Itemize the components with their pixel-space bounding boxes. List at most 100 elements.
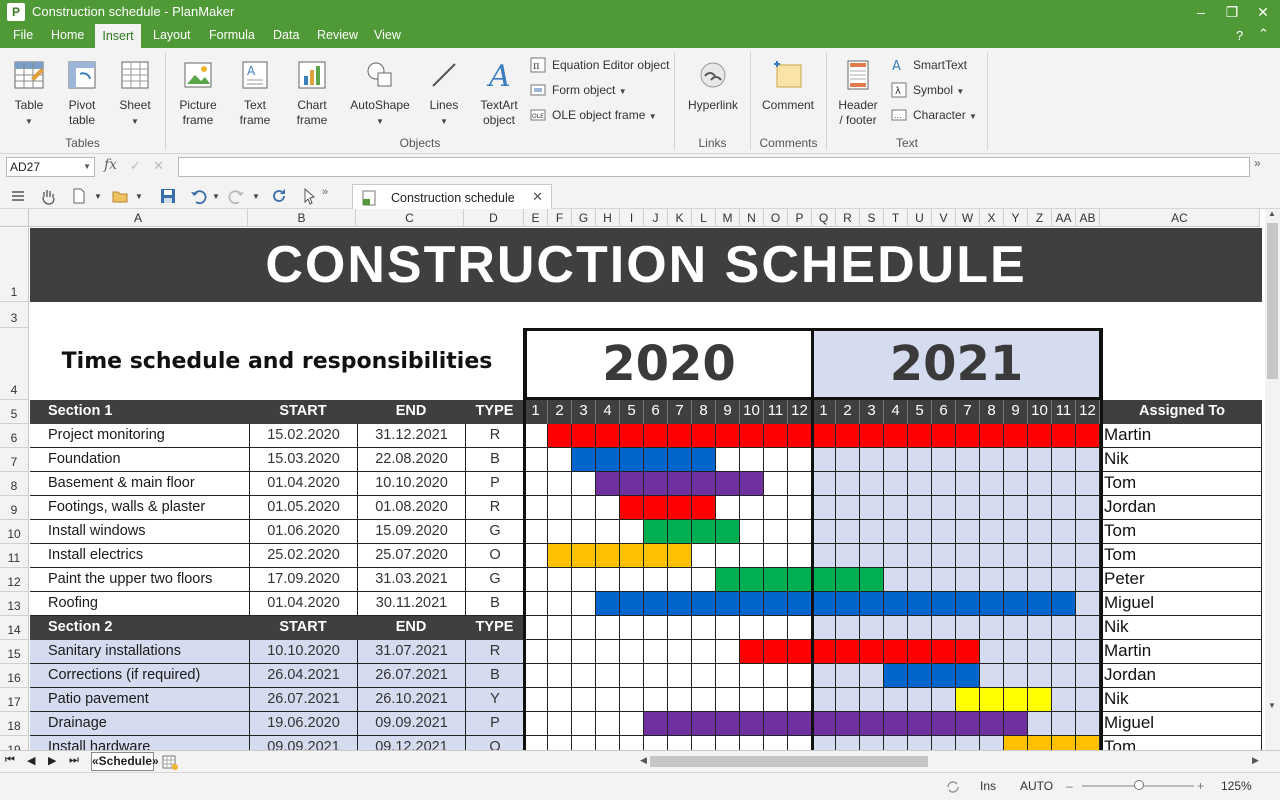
row-header[interactable]: 16 xyxy=(0,664,29,688)
symbol-button[interactable]: λ Symbol ▼ xyxy=(891,81,964,101)
refresh-icon[interactable] xyxy=(270,187,288,205)
column-header[interactable]: AB xyxy=(1076,209,1100,227)
column-header[interactable]: I xyxy=(620,209,644,227)
comment-button[interactable]: Comment xyxy=(757,58,819,113)
zoom-level[interactable]: 125% xyxy=(1221,779,1252,793)
confirm-icon[interactable]: ✓ xyxy=(130,158,141,174)
scroll-right-icon[interactable]: ▶ xyxy=(1252,755,1259,766)
function-icon[interactable]: fx xyxy=(104,157,117,173)
character-button[interactable]: ... Character ▼ xyxy=(891,106,977,126)
column-header[interactable]: G xyxy=(572,209,596,227)
spreadsheet-grid[interactable]: A B C D E F G H I J K L M N O P Q R S T U V W X Y Z AA AB AC 1345678… xyxy=(0,209,1265,750)
column-header[interactable]: B xyxy=(248,209,356,227)
pointer-icon[interactable] xyxy=(300,187,318,205)
column-header[interactable]: Z xyxy=(1028,209,1052,227)
help-button[interactable]: ? xyxy=(1236,28,1243,43)
prev-sheet-icon[interactable]: ◀ xyxy=(27,754,35,767)
smarttext-button[interactable]: A SmartText xyxy=(891,56,967,76)
first-sheet-icon[interactable]: ⏮ xyxy=(5,754,15,767)
undo-icon[interactable] xyxy=(189,187,207,205)
last-sheet-icon[interactable]: ⏭ xyxy=(69,754,79,767)
column-header[interactable]: F xyxy=(548,209,572,227)
sheet-tab-schedule[interactable]: «Schedule» xyxy=(91,752,159,771)
column-header[interactable]: K xyxy=(668,209,692,227)
row-header[interactable]: 13 xyxy=(0,592,29,616)
collapse-ribbon-icon[interactable]: ⌃ xyxy=(1258,26,1269,42)
menu-layout[interactable]: Layout xyxy=(153,28,191,42)
zoom-in-icon[interactable]: + xyxy=(1197,779,1204,793)
calc-mode[interactable]: AUTO xyxy=(1020,779,1053,793)
header-footer-button[interactable]: Header / footer xyxy=(834,58,882,128)
column-header[interactable]: L xyxy=(692,209,716,227)
row-header[interactable]: 1 xyxy=(0,228,29,302)
row-header[interactable]: 8 xyxy=(0,472,29,496)
vertical-scroll-thumb[interactable] xyxy=(1267,223,1278,379)
chevron-down-icon[interactable]: ▼ xyxy=(135,192,143,201)
cancel-icon[interactable]: ✕ xyxy=(153,158,164,174)
form-object-button[interactable]: Form object ▼ xyxy=(530,81,627,101)
picture-frame-button[interactable]: Picture frame xyxy=(174,58,222,128)
menu-file[interactable]: File xyxy=(13,28,33,42)
menu-icon[interactable] xyxy=(9,187,27,205)
close-tab-icon[interactable]: ✕ xyxy=(532,189,543,205)
next-sheet-icon[interactable]: ▶ xyxy=(48,754,56,767)
close-button[interactable]: ✕ xyxy=(1248,2,1278,22)
save-icon[interactable] xyxy=(159,187,177,205)
column-header[interactable]: C xyxy=(356,209,464,227)
column-header[interactable]: Y xyxy=(1004,209,1028,227)
open-folder-icon[interactable] xyxy=(111,187,129,205)
hand-icon[interactable] xyxy=(39,187,57,205)
menu-review[interactable]: Review xyxy=(317,28,358,42)
zoom-out-icon[interactable]: – xyxy=(1066,779,1073,793)
autoshape-button[interactable]: AutoShape ▼ xyxy=(348,58,412,129)
menu-formula[interactable]: Formula xyxy=(209,28,255,42)
equation-editor-button[interactable]: π Equation Editor object xyxy=(530,56,669,76)
scroll-left-icon[interactable]: ◀ xyxy=(640,755,647,766)
document-tab[interactable]: Construction schedule ✕ xyxy=(352,184,552,210)
textart-button[interactable]: A TextArt object xyxy=(475,58,523,128)
row-header[interactable]: 7 xyxy=(0,448,29,472)
insert-mode[interactable]: Ins xyxy=(980,779,996,793)
table-button[interactable]: Table ▼ xyxy=(8,58,50,129)
column-header[interactable]: J xyxy=(644,209,668,227)
column-header[interactable]: AC xyxy=(1100,209,1260,227)
menu-view[interactable]: View xyxy=(374,28,401,42)
ole-object-button[interactable]: OLE OLE object frame ▼ xyxy=(530,106,657,126)
column-header[interactable]: X xyxy=(980,209,1004,227)
row-header[interactable]: 3 xyxy=(0,302,29,328)
row-header[interactable]: 4 xyxy=(0,328,29,400)
hyperlink-button[interactable]: Hyperlink xyxy=(682,58,744,113)
select-all-corner[interactable] xyxy=(0,209,29,227)
zoom-slider-handle[interactable] xyxy=(1134,780,1144,790)
redo-icon[interactable] xyxy=(228,187,246,205)
lines-button[interactable]: Lines ▼ xyxy=(423,58,465,129)
column-header[interactable]: S xyxy=(860,209,884,227)
row-header[interactable]: 15 xyxy=(0,640,29,664)
name-box[interactable]: AD27 ▼ xyxy=(6,157,95,177)
chevron-down-icon[interactable]: ▼ xyxy=(94,192,102,201)
maximize-button[interactable]: ❐ xyxy=(1217,2,1247,22)
formula-input[interactable] xyxy=(178,157,1250,177)
pivot-table-button[interactable]: Pivot table xyxy=(60,58,104,128)
column-header[interactable]: M xyxy=(716,209,740,227)
expand-icon[interactable]: » xyxy=(1254,156,1261,170)
chart-frame-button[interactable]: Chart frame xyxy=(288,58,336,128)
vertical-scrollbar[interactable]: ▲ ▼ xyxy=(1265,209,1280,750)
horizontal-scroll-thumb[interactable] xyxy=(650,756,928,767)
sheet-button[interactable]: Sheet ▼ xyxy=(113,58,157,129)
column-header[interactable]: T xyxy=(884,209,908,227)
chevron-down-icon[interactable]: ▼ xyxy=(252,192,260,201)
menu-insert[interactable]: Insert xyxy=(95,24,141,49)
column-header[interactable]: N xyxy=(740,209,764,227)
column-header[interactable]: R xyxy=(836,209,860,227)
row-header[interactable]: 5 xyxy=(0,400,29,424)
menu-data[interactable]: Data xyxy=(273,28,299,42)
column-header[interactable]: O xyxy=(764,209,788,227)
column-header[interactable]: P xyxy=(788,209,812,227)
chevron-down-icon[interactable]: ▼ xyxy=(212,192,220,201)
row-header[interactable]: 12 xyxy=(0,568,29,592)
row-header[interactable]: 10 xyxy=(0,520,29,544)
menu-home[interactable]: Home xyxy=(51,28,84,42)
row-header[interactable]: 11 xyxy=(0,544,29,568)
row-header[interactable]: 17 xyxy=(0,688,29,712)
